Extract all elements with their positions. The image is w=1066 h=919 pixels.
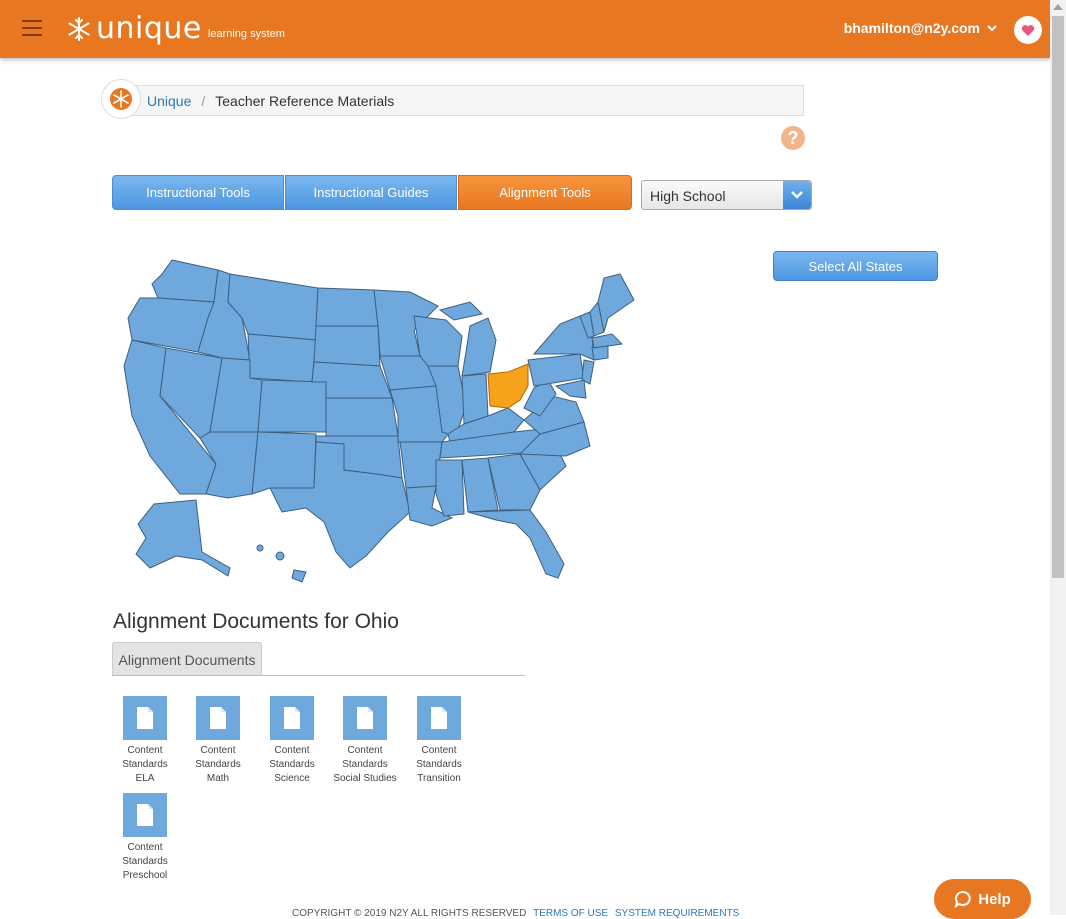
document-icon [123,793,167,837]
state-florida[interactable] [467,509,565,579]
breadcrumb-badge [101,79,141,119]
document-content-standards-preschool[interactable]: Content Standards Preschool [108,793,182,883]
chat-bubble-icon [954,890,971,908]
breadcrumb-current: Teacher Reference Materials [215,92,395,109]
document-content-standards-transition[interactable]: Content Standards Transition [402,696,476,786]
top-bar: unique learning system bhamilton@n2y.com [0,0,1050,58]
level-select-value: High School [650,188,726,204]
breadcrumb: Unique / Teacher Reference Materials [128,85,804,116]
document-icon [417,696,461,740]
document-label: Content Standards Social Studies [333,745,397,784]
tool-tabs: Instructional Tools Instructional Guides… [112,175,633,210]
state-maryland[interactable] [554,379,587,399]
help-button[interactable]: Help [934,879,1031,919]
document-content-standards-math[interactable]: Content Standards Math [181,696,255,786]
document-content-standards-social-studies[interactable]: Content Standards Social Studies [328,696,402,786]
state-mississippi[interactable] [435,459,465,517]
document-icon [123,696,167,740]
document-content-standards-ela[interactable]: Content Standards ELA [108,696,182,786]
logo-wordmark: unique [96,11,202,46]
tab-instructional-guides[interactable]: Instructional Guides [285,175,457,210]
state-kansas[interactable] [325,397,399,437]
heart-icon [1021,24,1035,36]
state-alaska[interactable] [135,499,231,577]
state-pennsylvania[interactable] [527,353,585,387]
level-select[interactable]: High School [641,180,812,210]
help-question-icon[interactable]: ? [781,126,805,150]
state-maine[interactable] [597,273,635,333]
state-north-dakota[interactable] [315,287,379,327]
document-content-standards-science[interactable]: Content Standards Science [255,696,329,786]
state-south-dakota[interactable] [313,325,381,367]
state-indiana[interactable] [461,373,489,425]
menu-icon[interactable] [22,20,42,36]
help-button-label: Help [978,890,1011,908]
document-label: Content Standards Transition [416,745,462,784]
breadcrumb-home-link[interactable]: Unique [147,93,191,109]
snowflake-icon [110,88,132,110]
system-requirements-link[interactable]: SYSTEM REQUIREMENTS [615,908,739,919]
footer-copyright: COPYRIGHT © 2019 N2Y ALL RIGHTS RESERVED [292,908,527,919]
state-hawaii-3[interactable] [291,569,307,583]
state-new-mexico[interactable] [251,431,317,495]
chevron-down-icon[interactable] [783,181,811,209]
documents-title: Alignment Documents for Ohio [113,610,399,633]
document-icon [196,696,240,740]
logo-subtitle: learning system [207,28,285,40]
footer: COPYRIGHT © 2019 N2Y ALL RIGHTS RESERVED… [292,908,739,919]
tab-alignment-tools[interactable]: Alignment Tools [458,175,632,210]
us-state-map[interactable] [110,256,640,586]
state-washington[interactable] [151,259,219,303]
logo[interactable]: unique learning system [66,13,285,45]
scroll-thumb[interactable] [1052,16,1064,578]
breadcrumb-separator: / [201,92,206,109]
state-michigan[interactable] [461,317,497,377]
state-hawaii-2[interactable] [275,551,285,561]
user-email[interactable]: bhamilton@n2y.com [844,20,980,36]
snowflake-icon [68,17,90,41]
document-label: Content Standards Science [269,745,315,784]
state-ohio[interactable] [487,363,529,409]
state-michigan-upper[interactable] [438,301,484,321]
chevron-down-icon[interactable] [986,22,998,34]
document-icon [343,696,387,740]
favorites-button[interactable] [1014,16,1042,44]
state-colorado[interactable] [257,379,327,433]
document-label: Content Standards Math [195,745,241,784]
state-wyoming[interactable] [247,333,317,383]
document-icon [270,696,314,740]
tab-alignment-documents[interactable]: Alignment Documents [112,642,262,676]
tab-instructional-tools[interactable]: Instructional Tools [112,175,284,210]
select-all-states-button[interactable]: Select All States [773,251,938,281]
state-hawaii-1[interactable] [256,544,264,552]
scrollbar[interactable] [1050,0,1066,915]
scroll-up-arrow-icon[interactable] [1053,4,1063,10]
tab-divider [112,675,525,676]
document-label: Content Standards Preschool [122,842,168,881]
document-label: Content Standards ELA [122,745,168,784]
terms-of-use-link[interactable]: TERMS OF USE [533,908,608,919]
state-connecticut[interactable] [591,345,609,361]
